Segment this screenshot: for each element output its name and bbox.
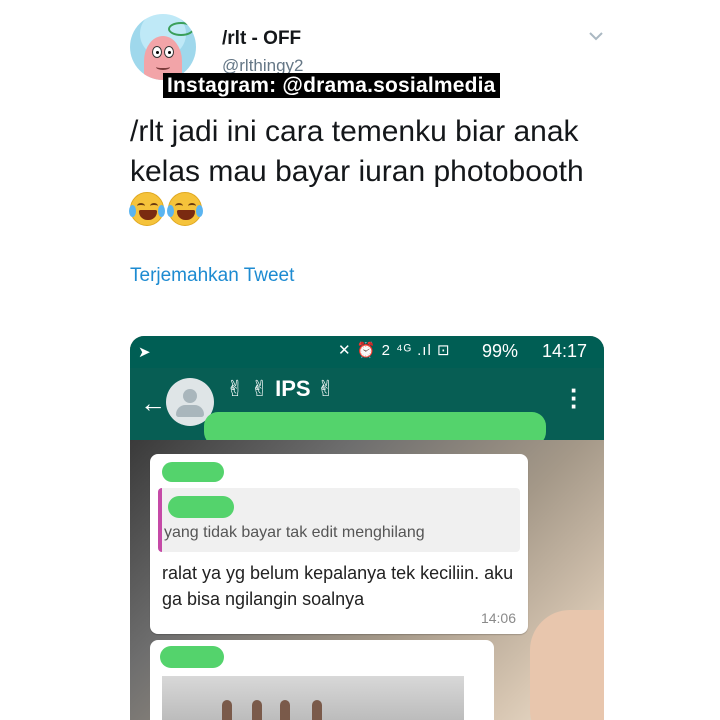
back-arrow-icon[interactable]: ← [140, 388, 166, 419]
chat-header: ← ✌ ✌ IPS ✌ · · · [130, 368, 604, 446]
chat-title[interactable]: ✌ ✌ IPS ✌ [226, 376, 335, 402]
profile-avatar[interactable] [130, 14, 196, 80]
censor-mark [162, 462, 224, 482]
censor-mark [168, 496, 234, 518]
censor-mark [160, 646, 224, 668]
message-time: 14:06 [480, 610, 516, 626]
app-notification-icon: ➤ [138, 344, 151, 361]
background-photo-hand [530, 610, 604, 720]
shared-photo[interactable] [162, 676, 464, 720]
translate-tweet-link[interactable]: Terjemahkan Tweet [130, 265, 294, 287]
tweet-text: /rlt jadi ini cara temenku biar anak kel… [130, 115, 584, 188]
status-icons: ✕ ⏰ 2 ⁴ᴳ .ıl ⊡ [338, 342, 451, 359]
emoji-row [129, 192, 203, 226]
phone-status-bar: ➤ ✕ ⏰ 2 ⁴ᴳ .ıl ⊡ 99% 14:17 [130, 336, 604, 368]
battery-level: 99% [482, 341, 519, 361]
more-options-icon[interactable]: · · · [570, 377, 579, 419]
chevron-down-icon[interactable] [588, 28, 604, 44]
attached-screenshot[interactable]: ➤ ✕ ⏰ 2 ⁴ᴳ .ıl ⊡ 99% 14:17 ← ✌ ✌ IPS ✌ ·… [130, 336, 604, 720]
quoted-message-text: yang tidak bayar tak edit menghilang [164, 524, 425, 541]
message-bubble[interactable]: yang tidak bayar tak edit menghilang ral… [150, 454, 528, 634]
instagram-watermark: Instagram: @drama.sosialmedia [163, 73, 500, 98]
tears-of-joy-emoji-icon [129, 192, 165, 226]
display-name[interactable]: /rlt - OFF [222, 28, 301, 50]
message-text: ralat ya yg belum kepalanya tek keciliin… [162, 563, 514, 609]
tears-of-joy-emoji-icon [167, 192, 203, 226]
clock-time: 14:17 [542, 341, 588, 361]
tweet-card: /rlt - OFF @rlthingy2 Instagram: @drama.… [0, 0, 720, 720]
